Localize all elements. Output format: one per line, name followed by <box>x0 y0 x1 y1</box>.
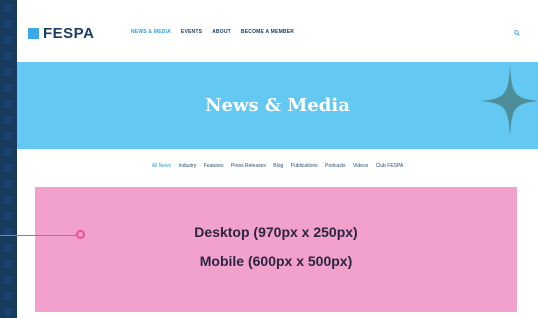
subnav-item-videos[interactable]: Videos <box>353 163 368 169</box>
logo-mark-icon <box>28 28 39 39</box>
subnav-item-club-fespa[interactable]: Club FESPA <box>376 163 404 169</box>
search-icon[interactable] <box>514 30 520 36</box>
subnav-item-podcasts[interactable]: Podcasts <box>325 163 346 169</box>
subnav-item-features[interactable]: Features <box>204 163 224 169</box>
subnav-item-blog[interactable]: Blog <box>273 163 283 169</box>
logo-text: FESPA <box>43 25 95 42</box>
nav-item-events[interactable]: EVENTS <box>181 29 202 35</box>
nav-links: NEWS & MEDIA EVENTS ABOUT BECOME A MEMBE… <box>131 29 294 35</box>
subnav-item-all-news[interactable]: All News <box>152 163 171 169</box>
hero-title: News & Media <box>205 95 350 116</box>
logo[interactable]: FESPA <box>28 26 94 41</box>
sparkle-icon <box>480 66 538 136</box>
nav-item-become-member[interactable]: BECOME A MEMBER <box>241 29 294 35</box>
nav-item-about[interactable]: ABOUT <box>212 29 231 35</box>
banner-mobile-size: Mobile (600px x 500px) <box>199 253 353 269</box>
subnav-item-industry[interactable]: Industry <box>179 163 197 169</box>
sub-navigation: All News Industry Features Press Release… <box>17 163 538 169</box>
subnav-item-press-releases[interactable]: Press Releases <box>231 163 266 169</box>
hero-banner: News & Media <box>17 62 538 149</box>
ad-banner-placeholder: Desktop (970px x 250px) Mobile (600px x … <box>35 187 517 312</box>
website-mockup: FESPA NEWS & MEDIA EVENTS ABOUT BECOME A… <box>17 0 538 318</box>
banner-desktop-size: Desktop (970px x 250px) <box>194 224 358 240</box>
callout-line <box>0 235 84 236</box>
subnav-item-publications[interactable]: Publications <box>291 163 318 169</box>
callout-dot-icon <box>76 230 85 239</box>
top-navigation: FESPA NEWS & MEDIA EVENTS ABOUT BECOME A… <box>17 22 538 44</box>
nav-item-news-media[interactable]: NEWS & MEDIA <box>131 29 171 35</box>
